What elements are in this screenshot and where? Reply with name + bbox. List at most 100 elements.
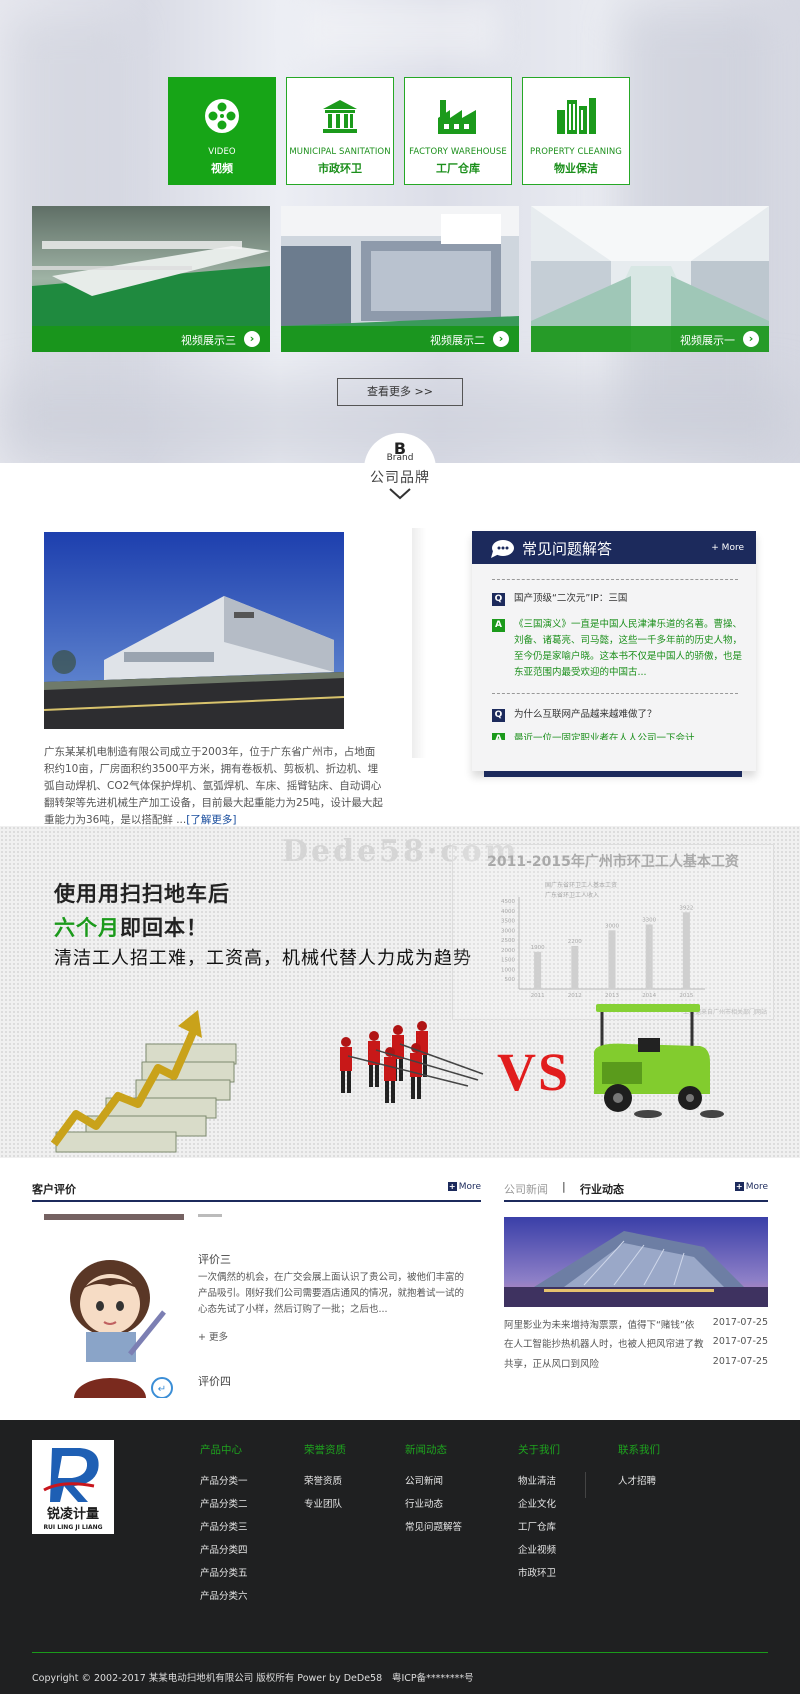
- company-logo[interactable]: 锐凌计量 RUI LING JI LIANG: [32, 1440, 114, 1534]
- footer-link[interactable]: 行业动态: [405, 1493, 462, 1516]
- more-label: More: [745, 1182, 768, 1192]
- footer-column-title[interactable]: 新闻动态: [405, 1442, 462, 1457]
- chart-bar: [608, 930, 616, 989]
- footer-link[interactable]: 人才招聘: [618, 1470, 660, 1493]
- video-section: VIDEO 视频 MUNICIPAL SANITATION 市政环卫 FACTO…: [0, 0, 800, 463]
- reviewer-avatar: ↵: [74, 1377, 173, 1398]
- footer-column-contact: 联系我们 人才招聘: [618, 1442, 660, 1493]
- chart-data-label: 2200: [568, 939, 582, 945]
- ad-headline-1: 使用用扫扫地车后: [54, 882, 230, 906]
- chart-data-label: 1900: [531, 945, 545, 951]
- ad-headline-2: 六个月即回本！: [54, 912, 208, 942]
- chevron-right-icon: ›: [743, 331, 759, 347]
- tab-company-news[interactable]: 公司新闻: [504, 1181, 548, 1197]
- section-title-brand: 公司品牌: [370, 470, 430, 486]
- faq-question[interactable]: Q 国产顶级“二次元”IP：三国: [492, 591, 742, 607]
- faq-answer: A 《三国演义》一直是中国人民津津乐道的名著。曹操、刘备、诸葛亮、司马懿，这些一…: [492, 617, 742, 681]
- category-tile-factory-warehouse[interactable]: FACTORY WAREHOUSE 工厂仓库: [404, 77, 512, 185]
- video-card[interactable]: 视频展示二 ›: [281, 206, 519, 352]
- category-cn-label: 物业保洁: [554, 162, 598, 175]
- chart-data-label: 3922: [679, 905, 693, 911]
- video-card[interactable]: 视频展示三 ›: [32, 206, 270, 352]
- chart-y-tick-label: 4000: [501, 909, 515, 915]
- question-badge: Q: [492, 709, 505, 722]
- view-more-button[interactable]: 查看更多 >>: [337, 378, 463, 406]
- chart-legend-entry: 国广东省环卫工人基本工资: [545, 881, 617, 889]
- faq-header: 常见问题解答 + More: [472, 531, 756, 564]
- footer-link[interactable]: 市政环卫: [518, 1562, 560, 1585]
- footer-link[interactable]: 荣誉资质: [304, 1470, 346, 1493]
- tab-industry-news[interactable]: 行业动态: [580, 1181, 624, 1197]
- wage-chart: 2011-2015年广州市环卫工人基本工资 国广东省环卫工人基本工资 广东省环卫工…: [452, 844, 774, 1020]
- footer-link[interactable]: 产品分类二: [200, 1493, 248, 1516]
- news-item[interactable]: 共享，正从风口到风险 2017-07-25: [504, 1356, 768, 1370]
- review-more-link[interactable]: + 更多: [198, 1330, 468, 1346]
- brand-en-label: Brand: [386, 453, 414, 463]
- footer-link[interactable]: 产品分类一: [200, 1470, 248, 1493]
- footer-link[interactable]: 公司新闻: [405, 1470, 462, 1493]
- footer-column-title[interactable]: 荣誉资质: [304, 1442, 346, 1457]
- answer-badge: A: [492, 619, 505, 632]
- factory-icon: [405, 94, 511, 138]
- category-cn-label: 市政环卫: [318, 162, 362, 175]
- footer-link[interactable]: 产品分类六: [200, 1585, 248, 1608]
- faq-question[interactable]: Q 为什么互联网产品越来越难做了？: [492, 707, 742, 723]
- footer-column-title[interactable]: 产品中心: [200, 1442, 248, 1457]
- chart-data-label: 3300: [642, 917, 656, 923]
- news-date: 2017-07-25: [712, 1336, 768, 1347]
- news-title: 共享，正从风口到风险: [504, 1359, 600, 1370]
- footer-link[interactable]: 产品分类三: [200, 1516, 248, 1539]
- news-item[interactable]: 阿里影业为未来增持淘票票，值得下“赌钱”依 2017-07-25: [504, 1317, 768, 1331]
- news-photo[interactable]: [504, 1217, 768, 1307]
- svg-text:↵: ↵: [158, 1384, 166, 1395]
- divider-shadow: [412, 528, 426, 758]
- workers-illustration: [340, 1021, 484, 1103]
- faq-answer-text: 《三国演义》一直是中国人民津津乐道的名著。曹操、刘备、诸葛亮、司马懿，这些一千多…: [514, 619, 743, 678]
- sweeper-machine-illustration: [594, 1004, 724, 1118]
- company-intro: 广东某某机电制造有限公司成立于2003年，位于广东省广州市，占地面积约10亩，厂…: [44, 744, 384, 829]
- video-caption-bar: 视频展示一 ›: [531, 326, 769, 352]
- faq-title: 常见问题解答: [522, 540, 613, 558]
- chart-x-tick-label: 2012: [568, 993, 582, 999]
- faq-answer: A 最近一位一固定职业者在人人公司一下会计: [492, 731, 742, 740]
- video-caption: 视频展示三: [181, 334, 236, 347]
- review-partial-line: [198, 1214, 222, 1217]
- footer-link[interactable]: 企业视频: [518, 1539, 560, 1562]
- chart-x-tick-label: 2013: [605, 993, 619, 999]
- ad-subline: 清洁工人招工难，工资高，机械代替人力成为趋势: [54, 948, 472, 969]
- plus-icon: +: [447, 1182, 457, 1191]
- chart-x-tick-label: 2014: [642, 993, 656, 999]
- footer-column-title[interactable]: 联系我们: [618, 1442, 660, 1457]
- category-cn-label: 工厂仓库: [436, 162, 480, 175]
- reviews-more-link[interactable]: + More: [447, 1182, 481, 1192]
- category-tile-property-cleaning[interactable]: PROPERTY CLEANING 物业保洁: [522, 77, 630, 185]
- footer-link[interactable]: 物业清洁: [518, 1470, 560, 1493]
- footer-link[interactable]: 工厂仓库: [518, 1516, 560, 1539]
- video-caption-bar: 视频展示三 ›: [32, 326, 270, 352]
- review-item: 评价三 一次偶然的机会，在广交会展上面认识了贵公司，被他们丰富的产品吸引。刚好我…: [198, 1252, 468, 1346]
- chart-y-tick-label: 4500: [501, 899, 515, 905]
- category-tile-municipal-sanitation[interactable]: MUNICIPAL SANITATION 市政环卫: [286, 77, 394, 185]
- speech-bubble-icon: [491, 540, 514, 558]
- news-more-link[interactable]: + More: [734, 1182, 768, 1192]
- city-buildings-icon: [523, 94, 629, 138]
- footer-column-title[interactable]: 关于我们: [518, 1442, 560, 1457]
- video-card[interactable]: 视频展示一 ›: [531, 206, 769, 352]
- learn-more-link[interactable]: [了解更多]: [186, 814, 236, 826]
- chart-bar: [645, 924, 653, 989]
- footer-link[interactable]: 专业团队: [304, 1493, 346, 1516]
- category-en-label: PROPERTY CLEANING: [530, 147, 622, 157]
- review-text: 一次偶然的机会，在广交会展上面认识了贵公司，被他们丰富的产品吸引。刚好我们公司需…: [198, 1272, 465, 1315]
- footer-link[interactable]: 常见问题解答: [405, 1516, 462, 1539]
- category-tile-video[interactable]: VIDEO 视频: [168, 77, 276, 185]
- faq-more-link[interactable]: + More: [711, 543, 744, 553]
- icp-text: 粤ICP备********号: [392, 1673, 474, 1684]
- copyright-text: Copyright © 2002-2017 某某电动扫地机有限公司 版权所有 P…: [32, 1673, 383, 1684]
- news-date: 2017-07-25: [712, 1317, 768, 1328]
- chart-data-label: 3000: [605, 923, 619, 929]
- footer-link[interactable]: 产品分类四: [200, 1539, 248, 1562]
- news-item[interactable]: 在人工智能抄热机器人时，也被人把风帘进了教 2017-07-25: [504, 1336, 768, 1350]
- footer-link[interactable]: 产品分类五: [200, 1562, 248, 1585]
- category-en-label: MUNICIPAL SANITATION: [289, 147, 391, 157]
- footer-link[interactable]: 企业文化: [518, 1493, 560, 1516]
